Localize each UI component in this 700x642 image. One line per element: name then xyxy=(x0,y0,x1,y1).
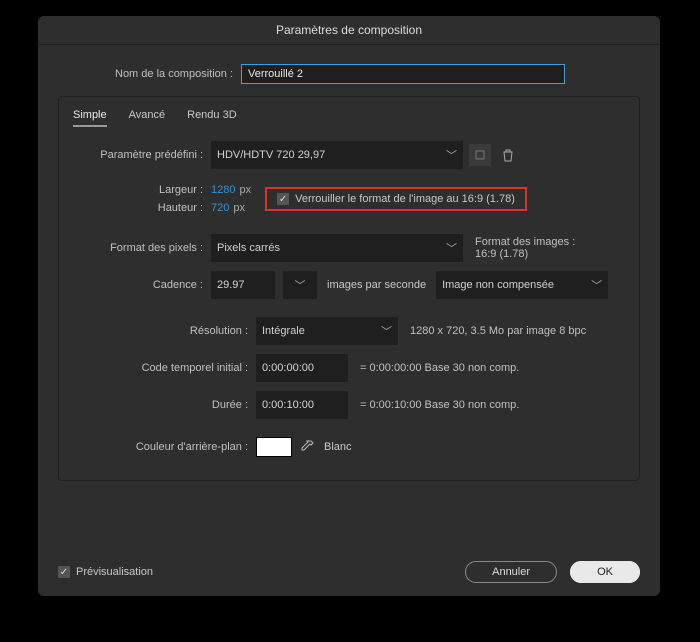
preset-label: Paramètre prédéfini : xyxy=(73,149,211,161)
height-row: Hauteur : 720 px xyxy=(73,202,265,214)
lock-aspect-label: Verrouiller le format de l'image au 16:9… xyxy=(295,193,515,205)
chevron-down-icon: ﹀ xyxy=(381,323,392,339)
width-label: Largeur : xyxy=(73,184,211,196)
composition-settings-dialog: Paramètres de composition Nom de la comp… xyxy=(38,16,660,596)
plus-icon xyxy=(474,149,486,161)
width-row: Largeur : 1280 px xyxy=(73,184,265,196)
chevron-down-icon: ﹀ xyxy=(446,240,457,256)
start-tc-info: = 0:00:00:00 Base 30 non comp. xyxy=(360,362,519,374)
tab-render3d[interactable]: Rendu 3D xyxy=(187,109,237,127)
eyedropper-button[interactable] xyxy=(300,440,314,454)
tabs: Simple Avancé Rendu 3D xyxy=(73,109,625,127)
start-tc-label: Code temporel initial : xyxy=(73,362,256,374)
bg-color-row: Couleur d'arrière-plan : Blanc xyxy=(73,437,625,457)
bg-color-label: Couleur d'arrière-plan : xyxy=(73,441,256,453)
eyedropper-icon xyxy=(300,440,314,454)
resolution-select[interactable]: Intégrale ﹀ xyxy=(256,317,398,345)
trash-icon xyxy=(502,149,514,162)
settings-panel: Simple Avancé Rendu 3D Paramètre prédéfi… xyxy=(58,96,640,481)
height-value[interactable]: 720 xyxy=(211,202,229,214)
tab-simple[interactable]: Simple xyxy=(73,109,107,127)
duration-row: Durée : 0:00:10:00 = 0:00:10:00 Base 30 … xyxy=(73,391,625,419)
ok-button[interactable]: OK xyxy=(570,561,640,583)
width-unit: px xyxy=(239,184,251,196)
comp-name-row: Nom de la composition : xyxy=(58,64,640,84)
cadence-row: Cadence : 29.97 ﹀ images par seconde Ima… xyxy=(73,271,625,299)
resolution-info: 1280 x 720, 3.5 Mo par image 8 bpc xyxy=(410,325,586,337)
width-value[interactable]: 1280 xyxy=(211,184,235,196)
chevron-down-icon: ﹀ xyxy=(591,277,602,293)
preset-value: HDV/HDTV 720 29,97 xyxy=(217,149,325,161)
chevron-down-icon: ﹀ xyxy=(446,147,457,163)
preview-toggle[interactable]: ✓ Prévisualisation xyxy=(58,566,153,578)
comp-name-input[interactable] xyxy=(241,64,565,84)
footer-buttons: Annuler OK xyxy=(455,566,640,578)
resolution-row: Résolution : Intégrale ﹀ 1280 x 720, 3.5… xyxy=(73,317,625,345)
delete-preset-button[interactable] xyxy=(497,144,519,166)
drop-frame-select[interactable]: Image non compensée ﹀ xyxy=(436,271,608,299)
frame-aspect-value: 16:9 (1.78) xyxy=(475,248,575,260)
cadence-dropdown[interactable]: ﹀ xyxy=(283,271,317,299)
pixel-format-select[interactable]: Pixels carrés ﹀ xyxy=(211,234,463,262)
save-preset-button[interactable] xyxy=(469,144,491,166)
chevron-down-icon: ﹀ xyxy=(295,277,306,293)
dialog-footer: ✓ Prévisualisation Annuler OK xyxy=(38,552,660,596)
preset-row: Paramètre prédéfini : HDV/HDTV 720 29,97… xyxy=(73,141,625,169)
duration-info: = 0:00:10:00 Base 30 non comp. xyxy=(360,399,519,411)
preset-select[interactable]: HDV/HDTV 720 29,97 ﹀ xyxy=(211,141,463,169)
cadence-units-label: images par seconde xyxy=(327,279,426,291)
dialog-content: Nom de la composition : Simple Avancé Re… xyxy=(38,45,660,552)
preview-checkbox[interactable]: ✓ xyxy=(58,566,70,578)
duration-label: Durée : xyxy=(73,399,256,411)
tab-advanced[interactable]: Avancé xyxy=(129,109,166,127)
comp-name-label: Nom de la composition : xyxy=(58,68,241,80)
start-tc-input[interactable]: 0:00:00:00 xyxy=(256,354,348,382)
cadence-input[interactable]: 29.97 xyxy=(211,271,275,299)
drop-frame-value: Image non compensée xyxy=(442,279,554,291)
cancel-button[interactable]: Annuler xyxy=(465,561,557,583)
duration-input[interactable]: 0:00:10:00 xyxy=(256,391,348,419)
start-tc-row: Code temporel initial : 0:00:00:00 = 0:0… xyxy=(73,354,625,382)
preview-label: Prévisualisation xyxy=(76,566,153,578)
cadence-label: Cadence : xyxy=(73,279,211,291)
pixel-format-row: Format des pixels : Pixels carrés ﹀ Form… xyxy=(73,234,625,262)
height-label: Hauteur : xyxy=(73,202,211,214)
resolution-value: Intégrale xyxy=(262,325,305,337)
frame-aspect-label: Format des images : xyxy=(475,236,575,248)
bg-color-swatch[interactable] xyxy=(256,437,292,457)
height-unit: px xyxy=(233,202,245,214)
dialog-title: Paramètres de composition xyxy=(38,16,660,45)
pixel-format-label: Format des pixels : xyxy=(73,242,211,254)
pixel-format-value: Pixels carrés xyxy=(217,242,280,254)
bg-color-name: Blanc xyxy=(324,441,352,453)
lock-aspect-checkbox[interactable]: ✓ xyxy=(277,193,289,205)
lock-aspect-highlight: ✓ Verrouiller le format de l'image au 16… xyxy=(265,187,527,211)
resolution-label: Résolution : xyxy=(73,325,256,337)
frame-aspect-info: Format des images : 16:9 (1.78) xyxy=(475,236,575,260)
